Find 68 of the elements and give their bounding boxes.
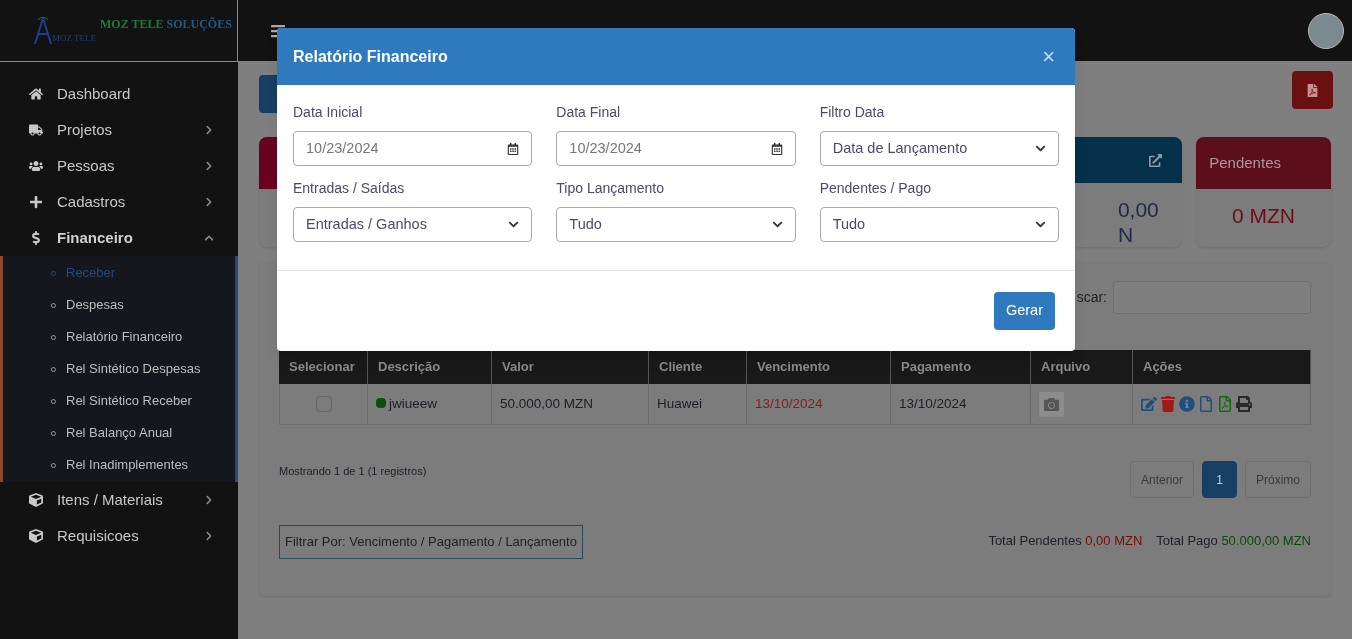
- table-cell: 13/10/2024: [755, 396, 823, 411]
- nav-icon: [29, 159, 43, 173]
- card-value: 0 MZN: [1231, 203, 1295, 228]
- pagination-button[interactable]: 1: [1202, 461, 1237, 498]
- submenu-item[interactable]: Rel Sintético Receber: [3, 385, 235, 417]
- chevron-down-icon: [1035, 143, 1046, 154]
- nav-item[interactable]: Dashboard: [0, 76, 238, 112]
- camera-icon: [1044, 397, 1059, 412]
- field-label: Tipo Lançamento: [556, 179, 665, 198]
- dialog-title: Relatório Financeiro: [293, 46, 448, 67]
- nav-item[interactable]: Pessoas: [0, 148, 238, 184]
- select-field[interactable]: Tudo: [819, 207, 1059, 242]
- field-label: Pendentes / Pago: [819, 179, 932, 198]
- logo-title: MOZ TELE SOLUÇÕES: [100, 15, 232, 33]
- table-cell: Huawei: [657, 396, 703, 411]
- submenu-item[interactable]: Rel Inadimplementes: [3, 449, 235, 481]
- pdf-button[interactable]: [1292, 71, 1333, 109]
- nav-item[interactable]: Itens / Materiais: [0, 482, 238, 518]
- nav-icon: [29, 87, 43, 101]
- nav-item[interactable]: Cadastros: [0, 184, 238, 220]
- nav-icon: [29, 123, 43, 137]
- calendar-icon: [507, 142, 520, 155]
- field-label: Filtro Data: [819, 103, 886, 122]
- nav-icon: [29, 195, 43, 209]
- table-cell: 13/10/2024: [899, 396, 967, 411]
- submenu-item[interactable]: Rel Balanço Anual: [3, 417, 235, 449]
- records-info: Mostrando 1 de 1 (1 registros): [279, 464, 427, 479]
- select-field[interactable]: Data de Lançamento: [819, 131, 1059, 166]
- filter-note: Filtrar Por: Vencimento / Pagamento / Lançamento: [279, 525, 583, 559]
- total-summary: Total Pendentes 0,00 MZN: [988, 532, 1143, 550]
- table-cell-text: jwiueew: [389, 395, 438, 413]
- printer-icon[interactable]: [1236, 396, 1252, 412]
- nav-item[interactable]: Financeiro: [0, 220, 238, 256]
- nav-icon: [29, 231, 43, 245]
- card-title: Pendentes: [1209, 152, 1281, 173]
- field-label: Entradas / Saídas: [293, 179, 406, 198]
- pdf-file-icon[interactable]: [1217, 396, 1233, 412]
- info-icon[interactable]: [1179, 396, 1195, 412]
- nav-icon: [29, 493, 43, 507]
- chevron-down-icon: [1035, 219, 1046, 230]
- submenu-item[interactable]: Despesas: [3, 289, 235, 321]
- nav-item[interactable]: Requisicoes: [0, 518, 238, 554]
- avatar[interactable]: [1308, 12, 1344, 49]
- submenu-item[interactable]: Rel Sintético Despesas: [3, 353, 235, 385]
- field-label: Data Inicial: [293, 103, 364, 122]
- column-header: Ações: [1133, 350, 1311, 384]
- file-icon[interactable]: [1198, 396, 1214, 412]
- total-summary: Total Pago 50.000,00 MZN: [1156, 532, 1311, 550]
- table-cell: 50.000,00 MZN: [500, 396, 594, 411]
- submenu-item[interactable]: Relatório Financeiro: [3, 321, 235, 353]
- trash-icon[interactable]: [1160, 396, 1176, 412]
- date-field[interactable]: 10/23/2024: [556, 131, 796, 166]
- calendar-icon: [770, 142, 783, 155]
- field-label: Data Final: [556, 103, 622, 122]
- pdf-icon: [1306, 83, 1319, 97]
- chevron-down-icon: [771, 219, 783, 230]
- generate-button[interactable]: Gerar: [993, 292, 1055, 330]
- chevron-down-icon: [508, 219, 520, 230]
- card-value: 0,00 N: [1117, 197, 1160, 247]
- date-field[interactable]: 10/23/2024: [293, 131, 533, 166]
- edit-icon[interactable]: [1141, 396, 1157, 412]
- camera-thumbnail[interactable]: [1039, 392, 1064, 417]
- search-label: scar:: [1076, 288, 1107, 307]
- nav-item[interactable]: Projetos: [0, 112, 238, 148]
- external-link-icon[interactable]: [1148, 153, 1162, 167]
- select-field[interactable]: Entradas / Ganhos: [293, 207, 533, 242]
- nav-icon: [29, 529, 43, 543]
- select-field[interactable]: Tudo: [556, 207, 796, 242]
